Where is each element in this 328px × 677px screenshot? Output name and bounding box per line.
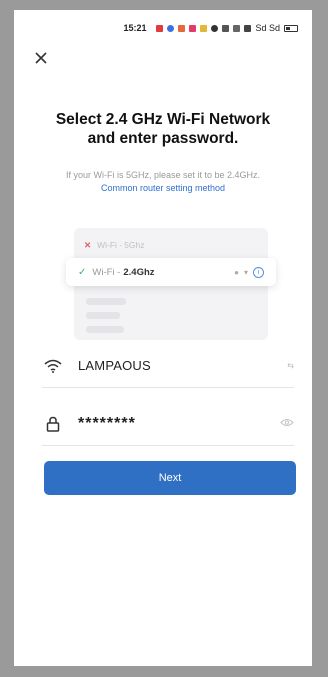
wifi-name-value: LAMPAOUS xyxy=(78,358,151,373)
battery-icon xyxy=(284,24,298,32)
row-24-band: 2.4Ghz xyxy=(123,266,155,278)
notification-icon xyxy=(178,24,186,32)
band-hint: If your Wi-Fi is 5GHz, please set it to … xyxy=(65,170,261,180)
blurred-line xyxy=(86,298,126,305)
wifi-illustration: ✕ Wi-Fi - 5Ghz ✓ Wi-Fi - 2.4Ghz ● ▾ i xyxy=(66,228,276,340)
row-5g-band: 5Ghz xyxy=(124,240,145,250)
password-value: ******** xyxy=(78,414,136,432)
row-24-icons: ● ▾ i xyxy=(234,266,264,278)
row-24-prefix: Wi-Fi - xyxy=(92,266,121,278)
router-setting-link[interactable]: Common router setting method xyxy=(14,182,312,194)
page-title: Select 2.4 GHz Wi-Fi Network and enter p… xyxy=(14,110,312,148)
status-time: 15:21 xyxy=(123,23,147,33)
status-bar: 15:21 Sd Sd xyxy=(14,10,312,46)
wifi-icon xyxy=(42,359,64,373)
blurred-line xyxy=(86,326,124,333)
title-line-2: and enter password. xyxy=(87,130,239,147)
eye-toggle-icon[interactable] xyxy=(280,418,294,429)
notification-icon xyxy=(189,24,197,32)
check-icon: ✓ xyxy=(78,266,87,278)
eye-icon xyxy=(222,24,230,32)
title-line-1: Select 2.4 GHz Wi-Fi Network xyxy=(55,111,271,128)
wifi-status-icon xyxy=(233,24,241,32)
illustration-row-5g: ✕ Wi-Fi - 5Ghz xyxy=(84,234,258,256)
notification-icon xyxy=(200,24,208,32)
switch-network-icon[interactable]: ⇆ xyxy=(287,361,294,370)
wifi-name-field[interactable]: LAMPAOUS ⇆ xyxy=(42,344,294,388)
blurred-line xyxy=(86,312,120,319)
notification-icon xyxy=(167,24,175,32)
hd-icon xyxy=(244,24,252,32)
lock-small-icon: ● xyxy=(234,267,239,277)
cross-icon: ✕ xyxy=(84,239,92,250)
row-5g-prefix: Wi-Fi - xyxy=(97,240,123,250)
app-screen: 15:21 Sd Sd Select 2.4 GHz Wi-Fi Network… xyxy=(14,10,312,666)
lock-icon xyxy=(42,416,64,432)
wifi-small-icon: ▾ xyxy=(243,267,248,277)
info-icon: i xyxy=(253,266,264,278)
next-button[interactable]: Next xyxy=(44,461,296,495)
illustration-row-24g: ✓ Wi-Fi - 2.4Ghz ● ▾ i xyxy=(66,258,276,286)
signal-label: Sd Sd xyxy=(255,23,280,33)
notification-icon xyxy=(156,24,164,32)
password-field[interactable]: ******** xyxy=(42,402,294,446)
alarm-icon xyxy=(211,24,219,32)
close-icon[interactable] xyxy=(32,50,50,68)
